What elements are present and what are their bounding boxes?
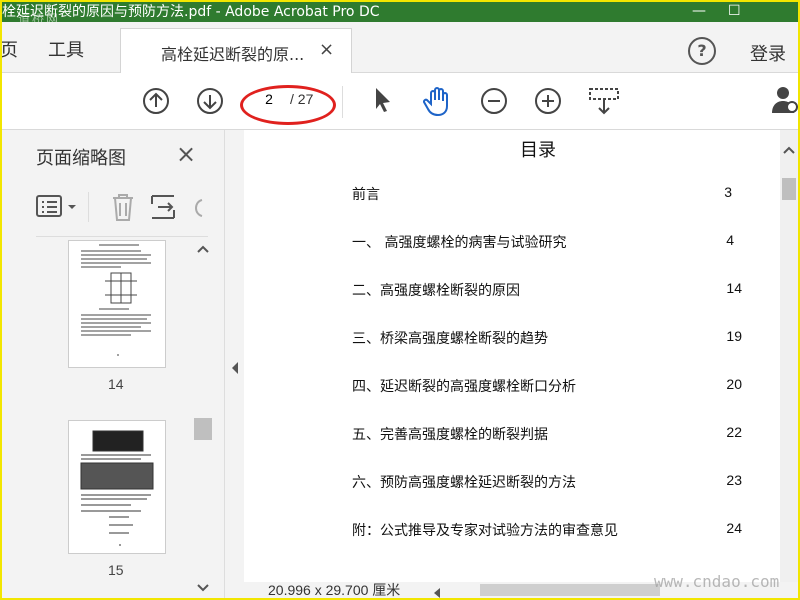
hand-icon[interactable] bbox=[422, 85, 454, 121]
zoom-in-icon[interactable] bbox=[534, 87, 562, 119]
document-scroll-thumb[interactable] bbox=[782, 178, 796, 200]
toc-entry-page: 4 bbox=[726, 232, 734, 248]
tab-bar: 页 工具 高栓延迟断裂的原... × ? 登录 bbox=[2, 22, 798, 73]
trash-icon[interactable] bbox=[110, 192, 136, 226]
chevron-down-icon[interactable] bbox=[196, 580, 210, 598]
toc-entry-title: 六、预防高强度螺栓延迟断裂的方法 bbox=[352, 475, 576, 491]
rotate-icon[interactable] bbox=[190, 196, 204, 224]
toc-entry-page: 19 bbox=[726, 328, 742, 344]
toc-entry-title: 五、完善高强度螺栓的断裂判据 bbox=[352, 427, 548, 443]
toc-entry-title: 附：公式推导及专家对试验方法的审查意见 bbox=[352, 523, 618, 539]
toc-entry-page: 3 bbox=[724, 184, 732, 200]
tab-home[interactable]: 页 bbox=[2, 36, 18, 62]
panel-tools-divider bbox=[88, 192, 89, 222]
toc-entry-page: 20 bbox=[726, 376, 742, 392]
collapse-arrow-icon[interactable] bbox=[230, 360, 240, 379]
page-number-highlight bbox=[240, 85, 336, 125]
marquee-zoom-icon[interactable] bbox=[588, 85, 620, 121]
document-view: 目录 前言 3 一、 高强度螺栓的病害与试验研究 4 二、高强度螺栓断裂的原因 … bbox=[244, 130, 780, 582]
minimize-button[interactable]: — bbox=[692, 2, 706, 20]
page-thumbnail[interactable] bbox=[68, 240, 166, 368]
toc-heading: 目录 bbox=[520, 140, 556, 161]
toolbar: / 27 bbox=[2, 73, 798, 130]
toc-entry-title: 三、桥梁高强度螺栓断裂的趋势 bbox=[352, 331, 548, 347]
chevron-up-icon[interactable] bbox=[782, 140, 796, 159]
panel-divider bbox=[36, 236, 208, 237]
watermark-url: www.cndao.com bbox=[654, 572, 780, 591]
arrow-down-circle-icon[interactable] bbox=[196, 87, 224, 119]
toc-entry: 附：公式推导及专家对试验方法的审查意见 24 bbox=[352, 520, 742, 540]
toc-entry: 六、预防高强度螺栓延迟断裂的方法 23 bbox=[352, 472, 742, 492]
share-user-icon[interactable] bbox=[772, 85, 798, 119]
title-bar: 高栓延迟断裂的原因与预防方法.pdf - Adobe Acrobat Pro D… bbox=[2, 2, 798, 22]
toc-entry-title: 前言 bbox=[352, 187, 380, 203]
panel-scrollbar[interactable] bbox=[194, 242, 212, 598]
login-button[interactable]: 登录 bbox=[750, 40, 786, 66]
tab-close-button[interactable]: × bbox=[319, 39, 334, 60]
zoom-out-icon[interactable] bbox=[480, 87, 508, 119]
panel-collapse-handle[interactable] bbox=[224, 130, 245, 598]
toc-entry: 前言 3 bbox=[352, 184, 742, 204]
thumbnail-label: 15 bbox=[108, 562, 124, 578]
watermark-logo: 道桥网 bbox=[18, 12, 61, 22]
thumbnail-page-content bbox=[81, 244, 151, 356]
panel-title: 页面缩略图 bbox=[36, 148, 126, 169]
toc-entry-page: 24 bbox=[726, 520, 742, 536]
toc-entry-page: 23 bbox=[726, 472, 742, 488]
chevron-up-icon[interactable] bbox=[196, 242, 210, 259]
page-size-label: 20.996 x 29.700 厘米 bbox=[268, 582, 401, 598]
toc-entry: 一、 高强度螺栓的病害与试验研究 4 bbox=[352, 232, 742, 252]
toolbar-divider bbox=[342, 86, 343, 118]
page-thumbnail[interactable] bbox=[68, 420, 166, 554]
options-menu-icon[interactable] bbox=[36, 194, 78, 224]
document-scrollbar[interactable] bbox=[780, 130, 798, 582]
acrobat-window: 高栓延迟断裂的原因与预防方法.pdf - Adobe Acrobat Pro D… bbox=[0, 0, 800, 600]
toc-entry-page: 14 bbox=[726, 280, 742, 296]
tab-document-label: 高栓延迟断裂的原... bbox=[161, 45, 305, 64]
page-thumbnails-panel: 页面缩略图 × 14 15 bbox=[2, 130, 224, 598]
thumbnail-page-content bbox=[80, 430, 154, 546]
toc-entry: 五、完善高强度螺栓的断裂判据 22 bbox=[352, 424, 742, 444]
extract-pages-icon[interactable] bbox=[150, 192, 178, 226]
tab-tools[interactable]: 工具 bbox=[48, 36, 84, 62]
panel-close-button[interactable]: × bbox=[176, 140, 196, 168]
toc-entry-title: 四、延迟断裂的高强度螺栓断口分析 bbox=[352, 379, 576, 395]
horizontal-scroll-thumb[interactable] bbox=[480, 584, 660, 596]
maximize-button[interactable]: ☐ bbox=[728, 2, 741, 20]
pointer-icon[interactable] bbox=[372, 85, 394, 119]
tab-document[interactable]: 高栓延迟断裂的原... × bbox=[120, 28, 352, 73]
scroll-left-icon[interactable] bbox=[432, 584, 442, 598]
panel-scroll-thumb[interactable] bbox=[194, 418, 212, 440]
arrow-up-circle-icon[interactable] bbox=[142, 87, 170, 119]
toc-entry-title: 二、高强度螺栓断裂的原因 bbox=[352, 283, 520, 299]
panel-toolbar bbox=[36, 192, 216, 224]
toc-entry: 二、高强度螺栓断裂的原因 14 bbox=[352, 280, 742, 300]
toc-entry-page: 22 bbox=[726, 424, 742, 440]
thumbnail-label: 14 bbox=[108, 376, 124, 392]
toc-entry: 三、桥梁高强度螺栓断裂的趋势 19 bbox=[352, 328, 742, 348]
help-button[interactable]: ? bbox=[688, 37, 716, 65]
toc-entry-title: 一、 高强度螺栓的病害与试验研究 bbox=[352, 235, 567, 251]
toc-entry: 四、延迟断裂的高强度螺栓断口分析 20 bbox=[352, 376, 742, 396]
